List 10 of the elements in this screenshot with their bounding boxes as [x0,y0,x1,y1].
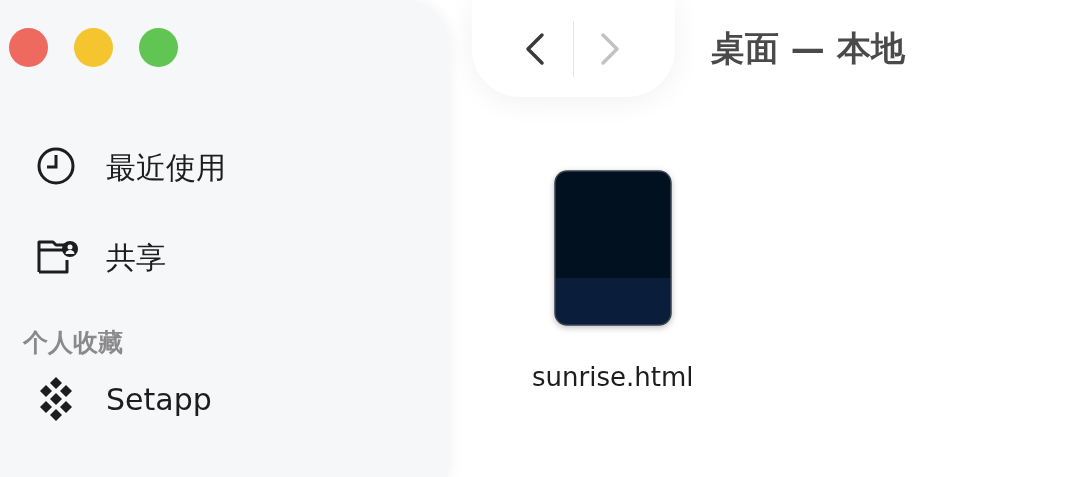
file-name[interactable]: sunrise.html [532,362,694,392]
sidebar-item[interactable]: Setapp [0,377,448,421]
zoom-button[interactable] [139,28,178,67]
sidebar-item[interactable]: 最近使用 [0,146,448,190]
sidebar-item[interactable]: 共享 [0,236,448,280]
minimize-button[interactable] [74,28,113,67]
section-header: 个人收藏 [21,327,124,359]
file-thumbnail-icon[interactable] [553,170,672,326]
window-title: 桌面 — 本地 [711,26,905,70]
close-button[interactable] [9,28,48,67]
